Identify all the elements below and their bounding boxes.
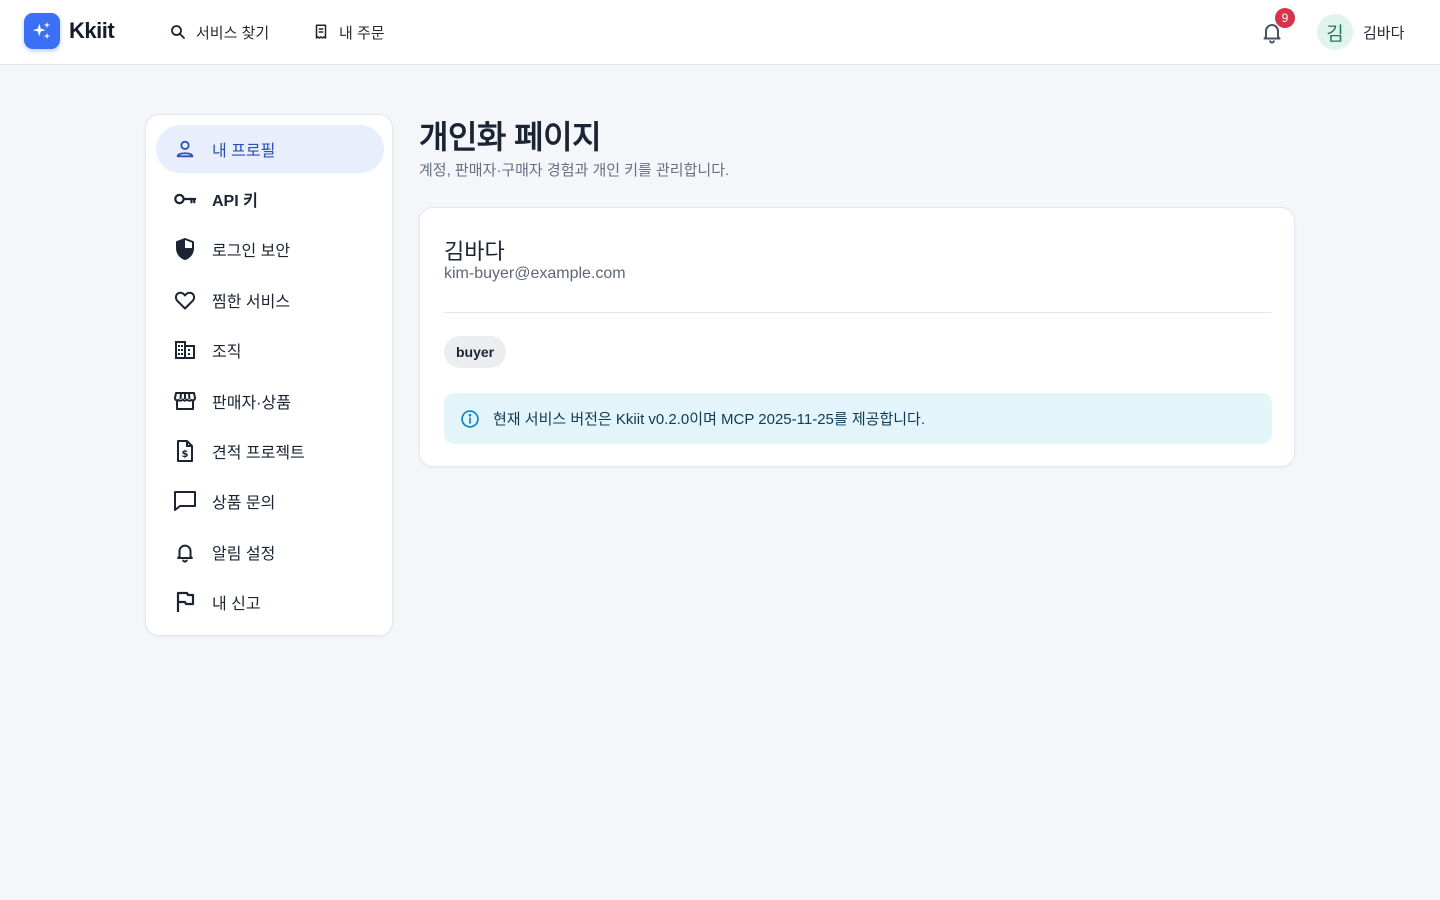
notification-count-badge: 9 <box>1275 8 1295 28</box>
sidebar-item-product-inquiries[interactable]: 상품 문의 <box>156 477 384 525</box>
nav-find-services-label: 서비스 찾기 <box>196 24 270 42</box>
sidebar-item-label: 조직 <box>212 344 242 361</box>
user-name[interactable]: 김바다 <box>1363 22 1404 43</box>
sidebar-item-seller-products[interactable]: 판매자·상품 <box>156 377 384 425</box>
sidebar-item-notification-settings[interactable]: 알림 설정 <box>156 528 384 576</box>
receipt-icon <box>315 24 327 39</box>
sidebar-item-login-security[interactable]: 로그인 보안 <box>156 225 384 273</box>
heart-icon <box>173 288 197 312</box>
role-chip: buyer <box>444 336 507 368</box>
version-info-alert: 현재 서비스 버전은 Kkiit v0.2.0이며 MCP 2025-11-25… <box>444 393 1272 444</box>
profile-sidebar: 내 프로필 API 키 로그인 보안 찜한 서비스 조직 판매자·상품 $ 견적… <box>145 114 393 636</box>
sidebar-item-label: 내 프로필 <box>212 143 276 160</box>
page-subtitle: 계정, 판매자·구매자 경험과 개인 키를 관리합니다. <box>419 162 730 179</box>
sidebar-item-wishlist[interactable]: 찜한 서비스 <box>156 276 384 324</box>
logo-icon[interactable] <box>24 13 60 49</box>
key-icon <box>173 187 197 211</box>
svg-text:$: $ <box>182 449 189 460</box>
quote-document-icon: $ <box>173 439 197 463</box>
person-icon <box>173 137 197 161</box>
sidebar-item-label: 판매자·상품 <box>212 395 291 412</box>
avatar[interactable]: 김 <box>1317 14 1353 50</box>
sidebar-item-profile[interactable]: 내 프로필 <box>156 125 384 173</box>
profile-email: kim-buyer@example.com <box>444 265 626 282</box>
bell-icon <box>173 540 197 564</box>
sidebar-item-label: 내 신고 <box>212 596 261 613</box>
profile-card: 김바다 kim-buyer@example.com buyer 현재 서비스 버… <box>419 207 1295 467</box>
sidebar-item-label: 견적 프로젝트 <box>212 445 305 462</box>
info-icon <box>461 409 479 428</box>
sidebar-item-label: API 키 <box>212 193 258 210</box>
search-icon <box>171 25 185 39</box>
chat-icon <box>173 489 197 513</box>
sidebar-item-label: 상품 문의 <box>212 495 276 512</box>
sidebar-item-my-reports[interactable]: 내 신고 <box>156 578 384 626</box>
profile-name: 김바다 <box>444 239 505 264</box>
top-bar: Kkiit 서비스 찾기 내 주문 9 김 김바다 <box>0 0 1440 65</box>
flag-icon <box>173 590 197 614</box>
nav-my-orders-label: 내 주문 <box>339 24 385 42</box>
sidebar-item-quote-projects[interactable]: $ 견적 프로젝트 <box>156 427 384 475</box>
page-title: 개인화 페이지 <box>419 119 602 155</box>
nav-my-orders[interactable]: 내 주문 <box>312 20 385 44</box>
building-icon <box>173 338 197 362</box>
shield-icon <box>173 237 197 261</box>
nav-find-services[interactable]: 서비스 찾기 <box>169 20 269 44</box>
sidebar-item-api-key[interactable]: API 키 <box>156 175 384 223</box>
sidebar-item-label: 알림 설정 <box>212 546 276 563</box>
store-icon <box>173 389 197 413</box>
brand-name[interactable]: Kkiit <box>69 18 115 44</box>
version-info-text: 현재 서비스 버전은 Kkiit v0.2.0이며 MCP 2025-11-25… <box>493 411 926 428</box>
sidebar-item-label: 찜한 서비스 <box>212 294 291 311</box>
sidebar-item-label: 로그인 보안 <box>212 243 291 260</box>
sidebar-item-organization[interactable]: 조직 <box>156 326 384 374</box>
divider <box>444 312 1272 313</box>
